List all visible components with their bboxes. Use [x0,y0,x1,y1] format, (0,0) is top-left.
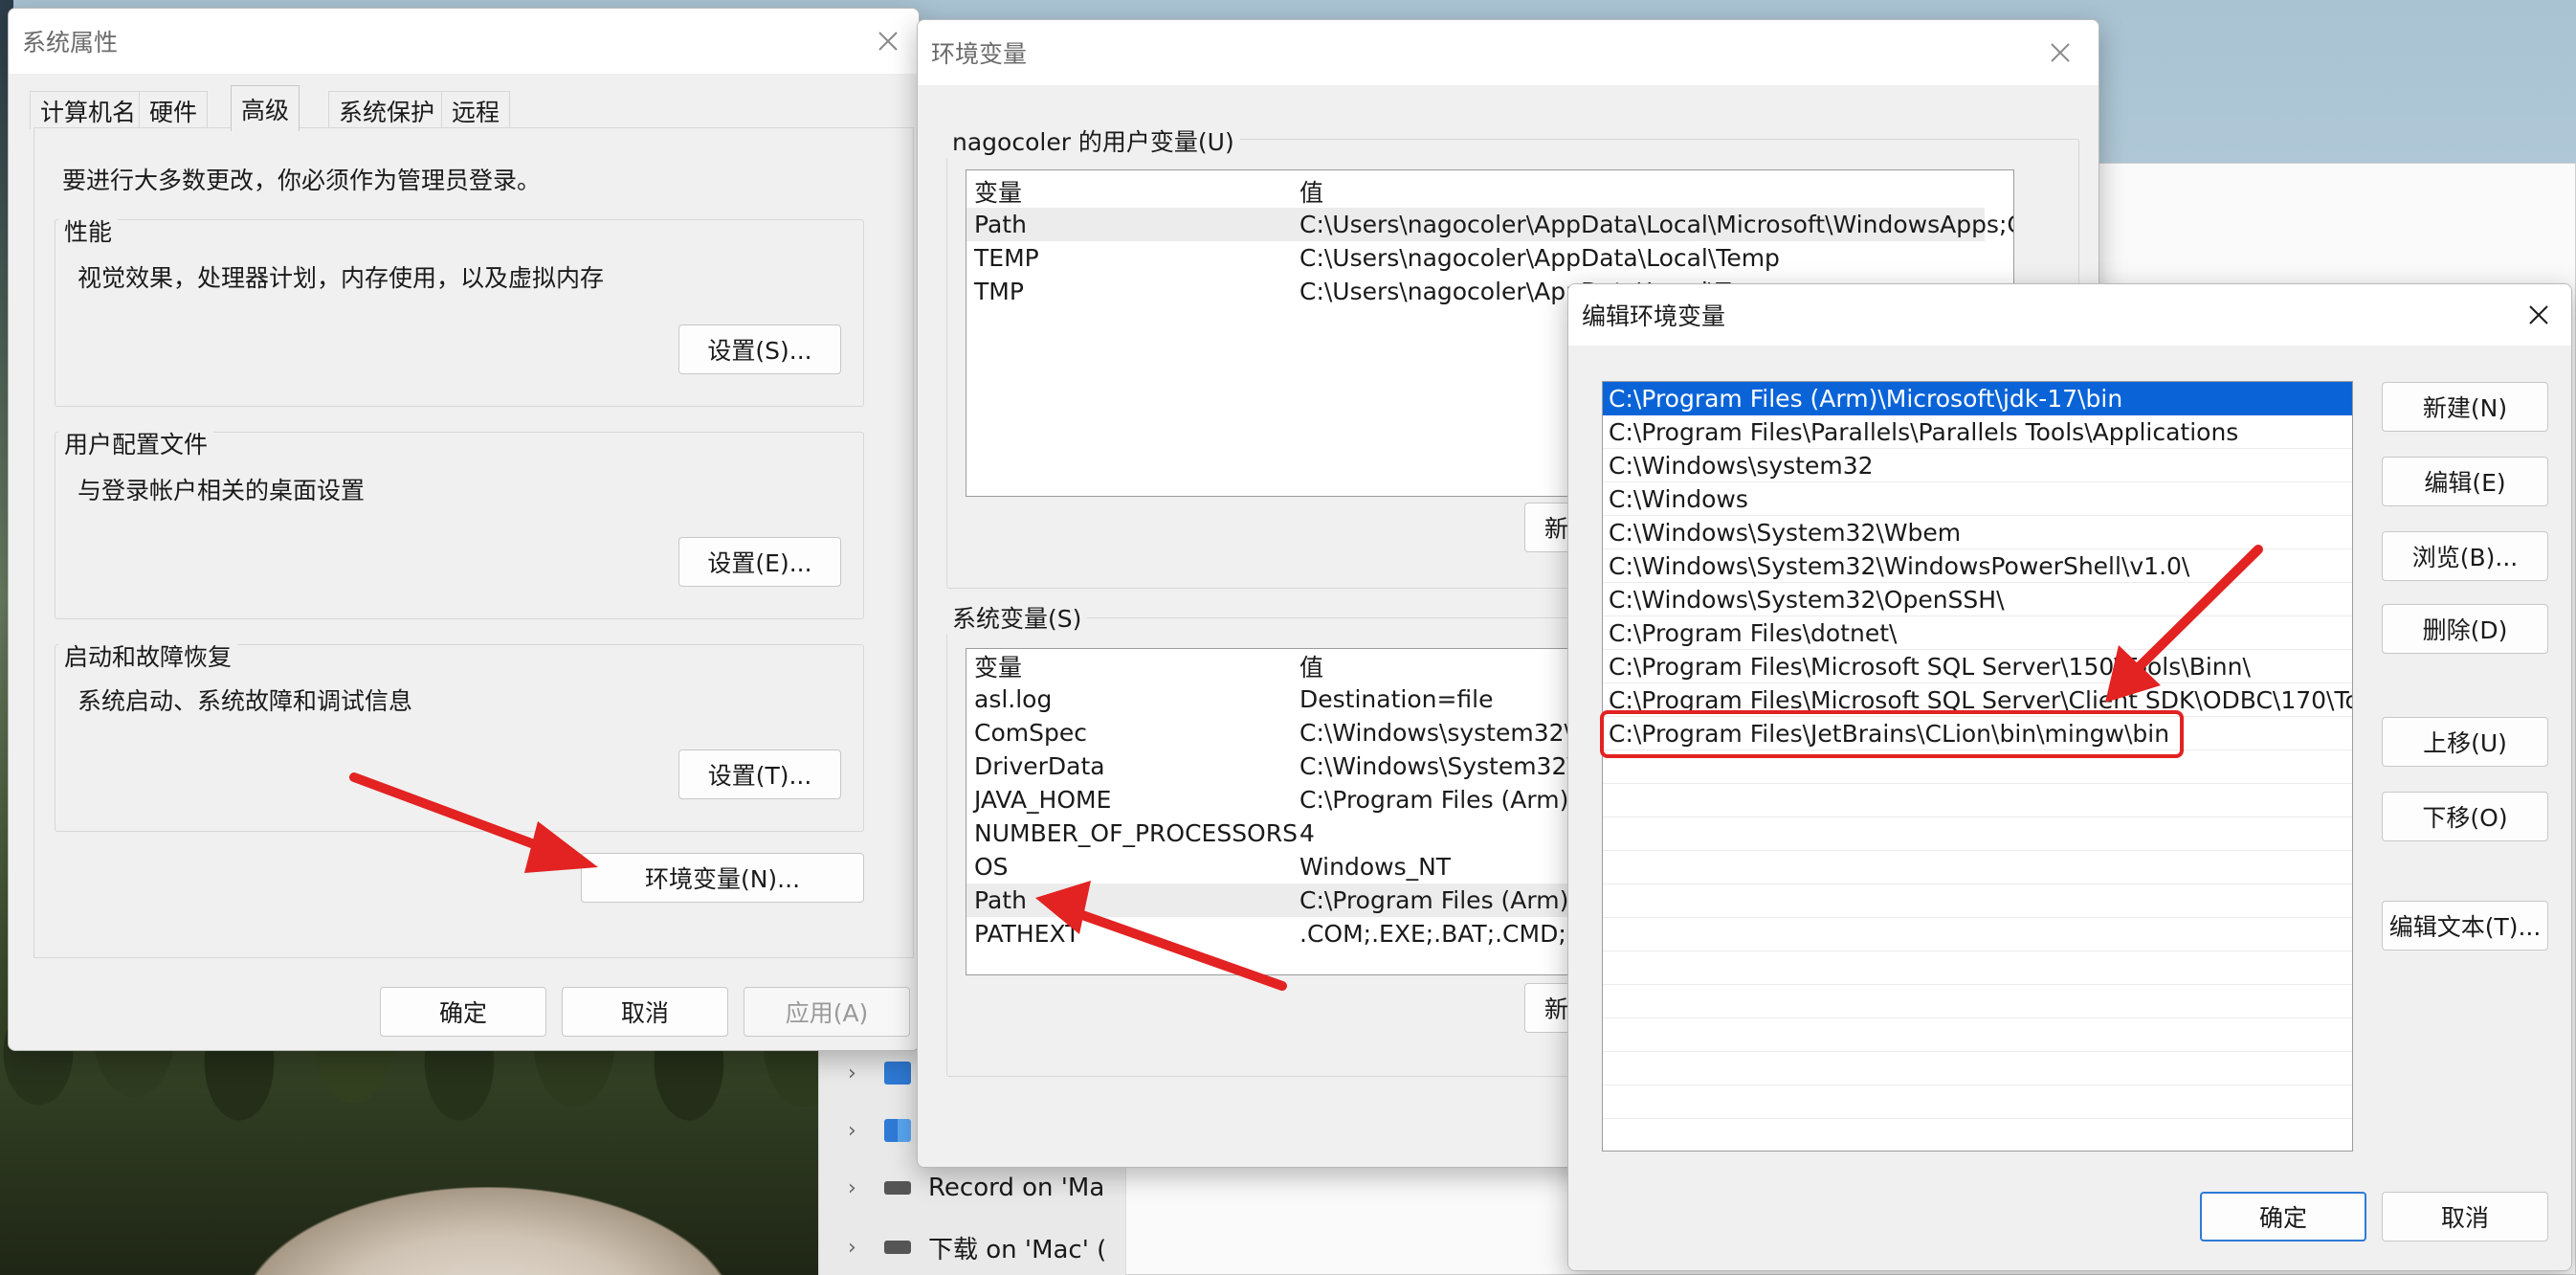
tab-advanced[interactable]: 高级 [231,85,300,131]
annotation-arrow-env-button [349,772,598,873]
annotation-arrows [349,545,2263,991]
annotation-arrow-clion-entry [2105,545,2263,703]
annotation-arrow-path-row [1035,881,1287,991]
